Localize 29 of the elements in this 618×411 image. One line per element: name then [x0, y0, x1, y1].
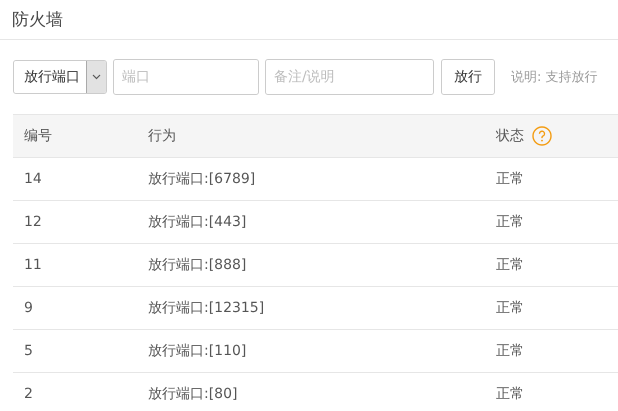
column-header: 行为	[148, 127, 176, 145]
table-cell-text: 放行端口:[443]	[147, 213, 248, 231]
table-cell-text: 正常	[495, 385, 525, 403]
table-cell-text: 5	[23, 343, 34, 359]
table-cell-text: 放行端口:[110]	[147, 342, 248, 360]
hint-text: 说明: 支持放行	[511, 69, 598, 86]
table-cell-text: 2	[23, 386, 34, 402]
table-cell-text: 正常	[495, 299, 525, 317]
table-cell-text: 正常	[495, 256, 525, 274]
table-cell-text: 正常	[495, 170, 525, 188]
table-cell-text: 放行端口:[888]	[147, 256, 248, 274]
page-title: 防火墙	[12, 9, 63, 31]
table-cell-text: 12	[23, 214, 43, 230]
column-header: 状态	[496, 127, 524, 145]
table-cell-text: 14	[23, 171, 43, 187]
table-cell-text: 放行端口:[12315]	[147, 299, 266, 317]
table-cell-text: 9	[23, 300, 34, 316]
table-cell-text: 正常	[495, 213, 525, 231]
table-cell-text: 11	[23, 257, 43, 273]
column-header: 编号	[24, 127, 52, 145]
caret-icon	[92, 74, 101, 80]
note-field[interactable]: 备注/说明	[265, 59, 434, 95]
port-field[interactable]: 端口	[113, 59, 259, 95]
allow-button[interactable]: 放行	[441, 59, 495, 95]
help-icon[interactable]	[532, 126, 552, 146]
table-cell-text: 放行端口:[6789]	[147, 170, 256, 188]
rule-type-select[interactable]: 放行端口	[13, 60, 107, 94]
table-cell-text: 放行端口:[80]	[147, 385, 238, 403]
table-cell-text: 正常	[495, 342, 525, 360]
